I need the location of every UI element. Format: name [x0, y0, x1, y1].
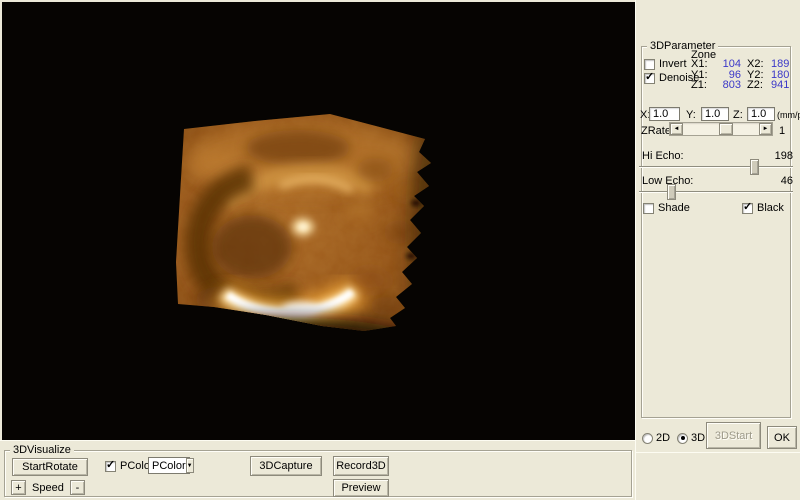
- invert-checkbox-row[interactable]: Invert: [644, 58, 687, 70]
- pcolor-dropdown-arrow-icon[interactable]: ▼: [186, 458, 194, 473]
- speed-minus-button[interactable]: -: [70, 480, 85, 495]
- start-rotate-button[interactable]: StartRotate: [12, 458, 88, 476]
- pcolor-checkbox-row[interactable]: PColor: [105, 460, 154, 472]
- black-checkbox-row[interactable]: Black: [742, 202, 784, 214]
- zone-z1-value: 803: [709, 80, 741, 91]
- pcolor-checkbox[interactable]: [105, 461, 116, 472]
- hi-echo-slider-thumb[interactable]: [750, 159, 759, 175]
- scale-y-label: Y:: [686, 109, 696, 121]
- low-echo-slider-track[interactable]: [639, 191, 793, 193]
- mode-2d-label: 2D: [656, 432, 670, 444]
- zrate-scrollbar[interactable]: ◄ ►: [669, 122, 773, 136]
- zrate-label: ZRate: [641, 125, 671, 137]
- low-echo-slider-thumb[interactable]: [667, 184, 676, 200]
- zone-x2-value: 189: [771, 59, 787, 70]
- capture3d-button[interactable]: 3DCapture: [250, 456, 322, 476]
- speed-label: Speed: [32, 482, 64, 494]
- scale-z-label: Z:: [733, 109, 743, 121]
- low-echo-value: 46: [636, 175, 793, 187]
- zrate-left-arrow-icon[interactable]: ◄: [670, 123, 683, 135]
- scale-y-input[interactable]: [701, 107, 729, 121]
- parameter-panel: 3DParameter Invert Denoise Zone X1: 104 …: [635, 0, 800, 500]
- zrate-value: 1: [779, 125, 785, 137]
- black-label: Black: [757, 202, 784, 214]
- shade-checkbox-row[interactable]: Shade: [643, 202, 690, 214]
- start3d-button[interactable]: 3DStart: [706, 422, 761, 449]
- invert-label: Invert: [659, 58, 687, 70]
- black-checkbox[interactable]: [742, 203, 753, 214]
- mode-3d-radio[interactable]: [677, 433, 688, 444]
- ok-button[interactable]: OK: [767, 426, 797, 449]
- pcolor-dropdown-value: PColor: [149, 460, 186, 472]
- zone-z2-value: 941: [771, 80, 787, 91]
- zone-x2-label: X2:: [747, 59, 771, 70]
- zrate-right-arrow-icon[interactable]: ►: [759, 123, 772, 135]
- visualize-panel: 3DVisualize StartRotate + Speed - PColor…: [0, 440, 635, 500]
- mode-2d-radio-row[interactable]: 2D: [642, 432, 670, 444]
- speed-plus-button[interactable]: +: [11, 480, 26, 495]
- zrate-scrollbar-thumb[interactable]: [719, 123, 733, 135]
- zone-x1-value: 104: [709, 59, 741, 70]
- hi-echo-value: 198: [636, 150, 793, 162]
- zone-x1-label: X1:: [691, 59, 709, 70]
- scale-z-input[interactable]: [747, 107, 775, 121]
- parameter-groupbox: 3DParameter: [641, 46, 791, 418]
- scale-unit-label: (mm/p): [777, 110, 800, 120]
- panel-divider: [636, 452, 800, 453]
- zone-values: X1: 104 X2: 189 Y1: 96 Y2: 180 Z1: 803 Z…: [691, 59, 787, 91]
- mode-3d-label: 3D: [691, 432, 705, 444]
- shade-checkbox[interactable]: [643, 203, 654, 214]
- preview-button[interactable]: Preview: [333, 479, 389, 497]
- scale-x-input[interactable]: [649, 107, 680, 121]
- zone-row-z: Z1: 803 Z2: 941: [691, 80, 787, 91]
- denoise-checkbox[interactable]: [644, 73, 655, 84]
- mode-2d-radio[interactable]: [642, 433, 653, 444]
- visualize-group-title: 3DVisualize: [10, 444, 74, 457]
- record3d-button[interactable]: Record3D: [333, 456, 389, 476]
- mode-3d-radio-row[interactable]: 3D: [677, 432, 705, 444]
- render-viewport[interactable]: [2, 2, 635, 440]
- pcolor-dropdown[interactable]: PColor ▼: [148, 457, 190, 474]
- hi-echo-slider-track[interactable]: [639, 166, 793, 168]
- invert-checkbox[interactable]: [644, 59, 655, 70]
- zone-z2-label: Z2:: [747, 80, 771, 91]
- zone-row-x: X1: 104 X2: 189: [691, 59, 787, 70]
- zone-z1-label: Z1:: [691, 80, 709, 91]
- ultrasound-render: [2, 2, 635, 440]
- shade-label: Shade: [658, 202, 690, 214]
